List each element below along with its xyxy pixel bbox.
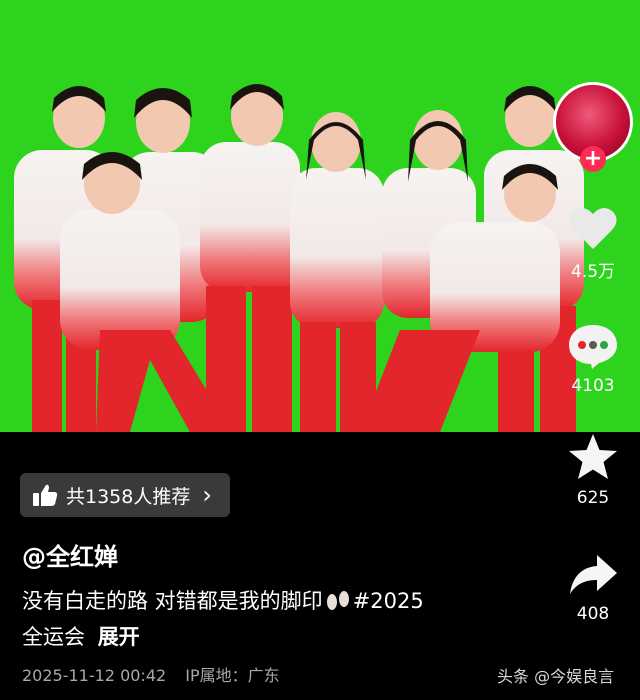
author-avatar[interactable]: + <box>553 82 633 172</box>
team-photo <box>0 0 640 432</box>
share-count: 408 <box>576 604 610 624</box>
footprints-icon <box>326 591 349 610</box>
comment-icon <box>569 325 617 369</box>
comment-button[interactable]: 4103 <box>553 322 633 396</box>
video-frame[interactable] <box>0 0 640 432</box>
post-meta: 2025-11-12 00:42 IP属地：广东 <box>22 662 294 686</box>
post-caption: 没有白走的路 对错都是我的脚印 #2025 全运会 展开 <box>22 583 502 655</box>
plus-icon: + <box>583 146 603 171</box>
expand-link[interactable]: 展开 <box>98 625 140 649</box>
comment-count: 4103 <box>571 376 615 396</box>
heart-icon <box>569 207 617 249</box>
caption-hashtag[interactable]: #2025 <box>353 589 424 613</box>
post-date: 2025-11-12 00:42 <box>22 666 167 685</box>
favorite-button[interactable]: 625 <box>553 432 633 508</box>
ip-location: IP属地：广东 <box>185 666 280 685</box>
watermark: 头条 @今娱良言 <box>497 667 615 686</box>
like-count: 4.5万 <box>570 262 616 282</box>
favorite-count: 625 <box>576 488 610 508</box>
recommend-pill[interactable]: 共1358人推荐 › <box>20 473 230 517</box>
caption-text-2: 全运会 <box>22 625 85 649</box>
chevron-right-icon: › <box>202 481 212 509</box>
star-icon <box>569 434 617 479</box>
recommend-text: 共1358人推荐 <box>66 485 191 508</box>
thumbs-up-icon <box>33 484 58 506</box>
share-button[interactable]: 408 <box>553 552 633 624</box>
caption-text: 没有白走的路 对错都是我的脚印 <box>22 589 323 613</box>
follow-button[interactable]: + <box>580 146 606 172</box>
share-arrow-icon <box>570 555 617 594</box>
author-name[interactable]: @全红婵 <box>22 537 118 572</box>
like-button[interactable]: 4.5万 <box>553 205 633 282</box>
